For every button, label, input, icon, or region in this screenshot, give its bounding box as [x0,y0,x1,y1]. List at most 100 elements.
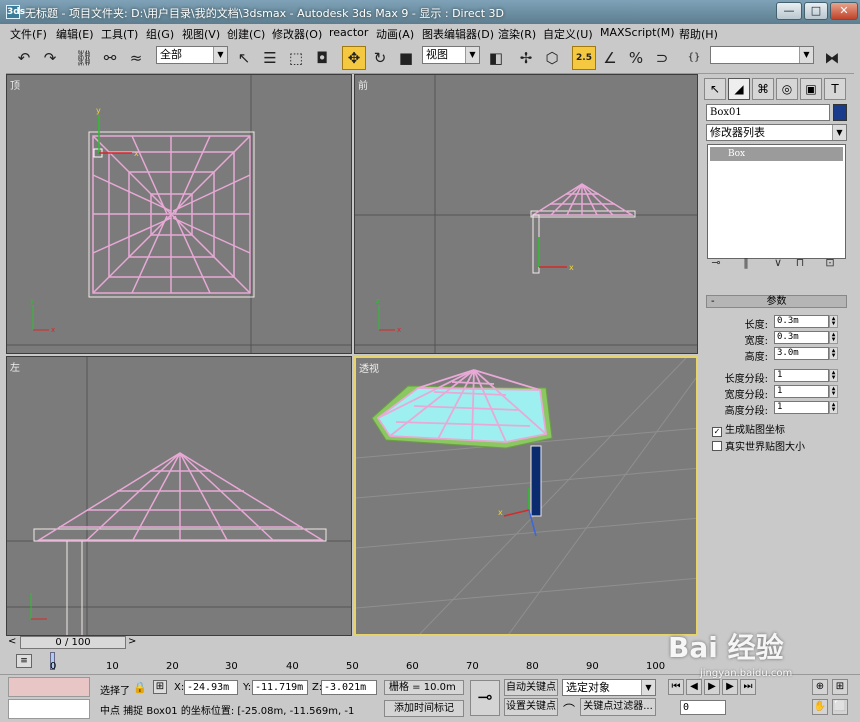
spinner-arrows-icon[interactable]: ▲ ▼ [829,385,838,398]
bind-space-warp-icon[interactable]: ≈ [124,46,148,70]
maxscript-listener-mini[interactable] [8,677,90,697]
select-and-scale-icon[interactable]: ■ [394,46,418,70]
mirror-icon[interactable]: ⧓ [820,46,844,70]
window-crossing-icon[interactable]: ◘ [310,46,334,70]
play-icon[interactable]: ▶ [704,679,720,695]
rect-selection-region-icon[interactable]: ⬚ [284,46,308,70]
close-button[interactable]: ✕ [830,2,858,20]
set-key-icon[interactable]: ⊸ [470,680,500,716]
width-spinner[interactable]: 0.3m ▲ ▼ [774,331,838,344]
length-segs-spinner[interactable]: 1 ▲ ▼ [774,369,838,382]
undo-icon[interactable]: ↶ [12,46,36,70]
spinner-arrows-icon[interactable]: ▲ ▼ [829,331,838,344]
redo-icon[interactable]: ↷ [38,46,62,70]
spinner-arrows-icon[interactable]: ▲ ▼ [829,347,838,360]
length-spinner[interactable]: 0.3m ▲ ▼ [774,315,838,328]
go-to-end-icon[interactable]: ⏭ [740,679,756,695]
app-logo-icon[interactable]: 3ds [6,5,25,19]
tab-motion-icon[interactable]: ◎ [776,78,798,100]
viewport-front[interactable]: 前 x z x [354,74,698,354]
use-pivot-center-icon[interactable]: ◧ [484,46,508,70]
menu-views[interactable]: 视图(V) [182,26,220,42]
go-to-start-icon[interactable]: ⏮ [668,679,684,695]
maxscript-input[interactable] [8,699,90,719]
next-frame-button-icon[interactable]: ▶ [722,679,738,695]
pin-stack-icon[interactable]: ⊸ [706,254,726,272]
height-segs-spinner[interactable]: 1 ▲ ▼ [774,401,838,414]
tab-modify-icon[interactable]: ◢ [728,78,750,100]
width-segs-spinner[interactable]: 1 ▲ ▼ [774,385,838,398]
spinner-arrows-icon[interactable]: ▲ ▼ [829,369,838,382]
set-key-button[interactable]: 设置关键点 [504,698,558,716]
current-frame-field[interactable]: 0 [680,700,726,715]
viewport-perspective[interactable]: 透视 x [354,356,698,636]
gen-mapping-checkbox[interactable]: ✓ 生成贴图坐标 [712,421,785,437]
menu-edit[interactable]: 编辑(E) [56,26,94,42]
remove-modifier-icon[interactable]: ⊓ [790,254,810,272]
menu-help[interactable]: 帮助(H) [679,26,718,42]
percent-snap-icon[interactable]: % [624,46,648,70]
menu-group[interactable]: 组(G) [146,26,174,42]
menu-rendering[interactable]: 渲染(R) [498,26,536,42]
menu-tools[interactable]: 工具(T) [101,26,138,42]
keyboard-shortcut-override-icon[interactable]: ⬡ [540,46,564,70]
maximize-viewport-icon[interactable]: ⬜ [832,699,848,715]
key-mode-dropdown[interactable]: 选定对象 ▼ [562,679,656,696]
menu-animation[interactable]: 动画(A) [376,26,414,42]
viewport-top[interactable]: 顶 y x y x [6,74,352,354]
y-coordinate-field[interactable]: -11.719m [252,680,308,695]
spinner-arrows-icon[interactable]: ▲ ▼ [829,401,838,414]
configure-modifier-sets-icon[interactable]: ⊡ [820,254,840,272]
minimize-button[interactable]: — [776,2,802,20]
menu-reactor[interactable]: reactor [329,26,368,39]
maximize-button[interactable]: □ [804,2,828,20]
tab-hierarchy-icon[interactable]: ⌘ [752,78,774,100]
track-bar[interactable]: ≡ 0 10 20 30 40 50 60 70 80 90 100 [6,652,696,672]
lock-selection-icon[interactable]: 🔒 [133,681,147,694]
add-time-tag-button[interactable]: 添加时间标记 [384,700,464,717]
object-color-swatch[interactable] [833,104,847,121]
select-link-icon[interactable]: ⛓ [72,46,96,70]
select-by-name-icon[interactable]: ☰ [258,46,282,70]
real-world-checkbox[interactable]: 真实世界贴图大小 [712,438,805,453]
parameters-rollout[interactable]: - 参数 [706,295,847,308]
viewport-left[interactable]: 左 [6,356,352,636]
z-coordinate-field[interactable]: -3.021m [321,680,377,695]
menu-graph-editors[interactable]: 图表编辑器(D) [422,26,494,42]
menu-create[interactable]: 创建(C) [227,26,265,42]
previous-frame-icon[interactable]: ◀ [686,679,702,695]
select-object-icon[interactable]: ↖ [232,46,256,70]
modifier-stack-item[interactable]: Box [710,147,843,161]
prev-frame-icon[interactable]: < [8,636,16,647]
next-frame-icon[interactable]: > [128,636,136,647]
tab-utilities-icon[interactable]: T [824,78,846,100]
show-end-result-icon[interactable]: ‖ [736,254,756,272]
zoom-icon[interactable]: ⊕ [812,679,828,695]
tab-display-icon[interactable]: ▣ [800,78,822,100]
zoom-all-icon[interactable]: ⊞ [832,679,848,695]
menu-maxscript[interactable]: MAXScript(M) [600,26,675,39]
menu-customize[interactable]: 自定义(U) [543,26,593,42]
spinner-snap-icon[interactable]: ⊃ [650,46,674,70]
time-slider-thumb[interactable]: 0 / 100 [20,636,126,649]
make-unique-icon[interactable]: ∨ [768,254,788,272]
key-tangent-icon[interactable]: ⌒ [563,701,575,718]
select-and-manipulate-icon[interactable]: ✢ [514,46,538,70]
time-slider[interactable]: 0 / 100 < > [6,636,698,650]
snap-toggle-icon[interactable]: 2.5 [572,46,596,70]
spinner-arrows-icon[interactable]: ▲ ▼ [829,315,838,328]
selection-filter-dropdown[interactable]: 全部 ▼ [156,46,228,64]
menu-modifiers[interactable]: 修改器(O) [272,26,322,42]
object-name-field[interactable]: Box01 [706,104,830,121]
mini-curve-editor-icon[interactable]: ≡ [16,654,32,668]
select-and-move-icon[interactable]: ✥ [342,46,366,70]
x-coordinate-field[interactable]: -24.93m [184,680,238,695]
unlink-icon[interactable]: ⚯ [98,46,122,70]
menu-file[interactable]: 文件(F) [10,26,47,42]
height-spinner[interactable]: 3.0m ▲ ▼ [774,347,838,360]
pan-view-icon[interactable]: ✋ [812,699,828,715]
tab-create-icon[interactable]: ↖ [704,78,726,100]
angle-snap-icon[interactable]: ∠ [598,46,622,70]
key-filters-button[interactable]: 关键点过滤器... [580,698,656,716]
edit-named-selection-icon[interactable]: {} [682,46,706,70]
